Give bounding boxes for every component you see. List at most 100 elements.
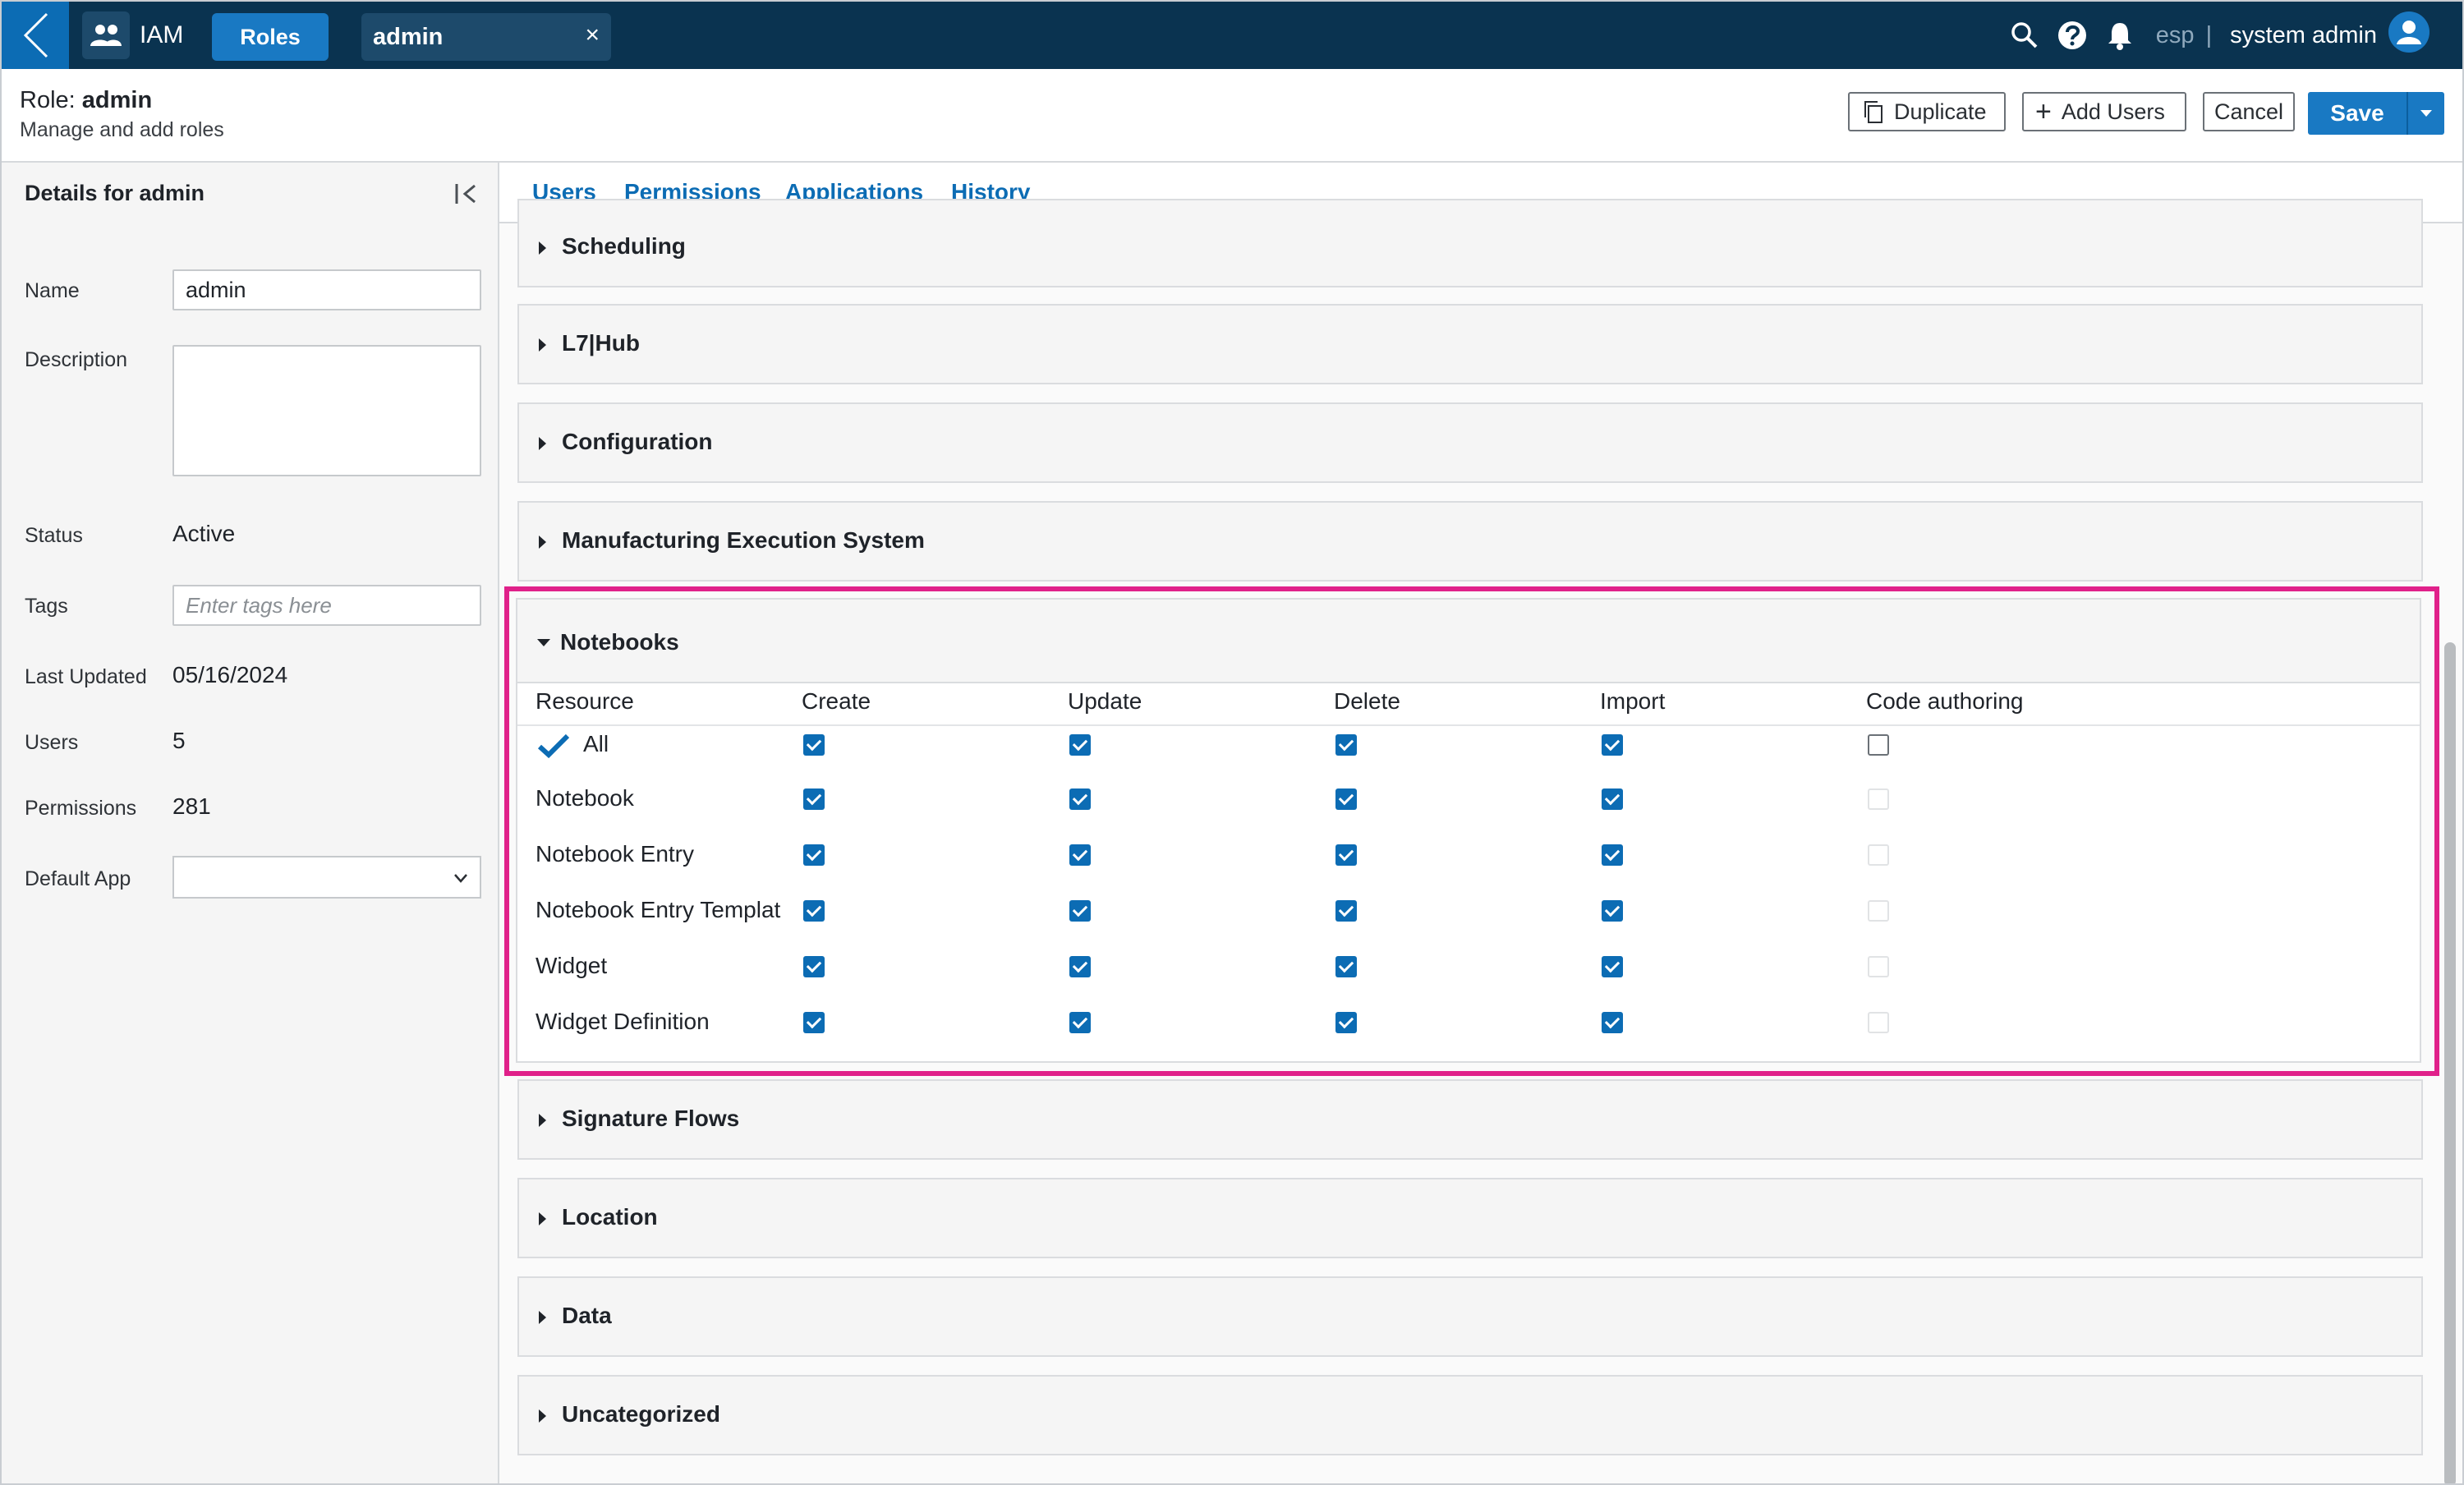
- checkbox-create[interactable]: [803, 734, 825, 756]
- checkbox-import[interactable]: [1602, 844, 1623, 866]
- user-name[interactable]: system admin: [2230, 22, 2377, 49]
- status-label: Status: [25, 524, 83, 547]
- header-divider: [517, 724, 2420, 726]
- resource-label: Notebook: [536, 785, 634, 811]
- checkbox-update[interactable]: [1069, 956, 1091, 977]
- name-label: Name: [25, 279, 80, 302]
- section-l7hub[interactable]: L7|Hub: [517, 304, 2423, 384]
- caret-right-icon: [539, 1409, 546, 1423]
- checkbox-import[interactable]: [1602, 900, 1623, 922]
- divider: |: [2205, 21, 2213, 48]
- checkbox-code-authoring: [1868, 956, 1889, 977]
- checkbox-create[interactable]: [803, 788, 825, 810]
- check-all-icon[interactable]: [537, 733, 570, 759]
- bell-icon[interactable]: [2103, 19, 2136, 52]
- caret-right-icon: [539, 1114, 546, 1127]
- resource-label: Widget: [536, 953, 608, 978]
- default-app-label: Default App: [25, 867, 131, 890]
- caret-right-icon: [539, 536, 546, 549]
- section-scheduling[interactable]: Scheduling: [517, 199, 2423, 287]
- chevron-down-icon: [454, 874, 467, 883]
- checkbox-update[interactable]: [1069, 734, 1091, 756]
- top-bar: IAM Roles admin × esp | system admin: [2, 2, 2462, 69]
- checkbox-create[interactable]: [803, 900, 825, 922]
- tags-placeholder: Enter tags here: [186, 593, 332, 618]
- add-users-button[interactable]: + Add Users: [2022, 92, 2186, 131]
- checkbox-update[interactable]: [1069, 788, 1091, 810]
- add-users-label: Add Users: [2061, 99, 2165, 124]
- plus-icon: +: [2035, 96, 2052, 127]
- section-mes[interactable]: Manufacturing Execution System: [517, 501, 2423, 582]
- roles-button[interactable]: Roles: [212, 13, 329, 61]
- topbar-actions: esp | system admin: [1993, 2, 2430, 69]
- help-icon[interactable]: [2056, 19, 2089, 52]
- copy-icon: [1864, 101, 1882, 123]
- section-title: Uncategorized: [562, 1401, 720, 1427]
- default-app-select[interactable]: [172, 856, 481, 899]
- section-data[interactable]: Data: [517, 1276, 2423, 1357]
- permissions-count: 281: [172, 793, 211, 819]
- section-location[interactable]: Location: [517, 1178, 2423, 1258]
- checkbox-update[interactable]: [1069, 900, 1091, 922]
- checkbox-create[interactable]: [803, 956, 825, 977]
- checkbox-delete[interactable]: [1335, 788, 1357, 810]
- resource-label: Notebook Entry Templat: [536, 897, 781, 922]
- checkbox-update[interactable]: [1069, 844, 1091, 866]
- open-tab-label: admin: [373, 23, 444, 50]
- save-button[interactable]: Save: [2308, 92, 2408, 135]
- checkbox-import[interactable]: [1602, 1012, 1623, 1033]
- last-updated-label: Last Updated: [25, 665, 147, 688]
- checkbox-create[interactable]: [803, 844, 825, 866]
- save-button-group: Save: [2308, 92, 2444, 135]
- checkbox-delete[interactable]: [1335, 1012, 1357, 1033]
- users-label: Users: [25, 731, 79, 754]
- tags-input[interactable]: Enter tags here: [172, 585, 481, 626]
- description-label: Description: [25, 348, 128, 371]
- checkbox-delete[interactable]: [1335, 844, 1357, 866]
- checkbox-code-authoring: [1868, 844, 1889, 866]
- save-options-button[interactable]: [2408, 92, 2444, 135]
- duplicate-label: Duplicate: [1894, 99, 1987, 124]
- people-icon: [82, 11, 130, 59]
- checkbox-import[interactable]: [1602, 734, 1623, 756]
- checkbox-import[interactable]: [1602, 956, 1623, 977]
- search-icon[interactable]: [2008, 19, 2041, 52]
- description-field[interactable]: [172, 345, 481, 476]
- section-signature-flows[interactable]: Signature Flows: [517, 1079, 2423, 1160]
- checkbox-code-authoring: [1868, 1012, 1889, 1033]
- details-title: Details for admin: [25, 181, 205, 205]
- checkbox-code-authoring[interactable]: [1868, 734, 1889, 756]
- checkbox-import[interactable]: [1602, 788, 1623, 810]
- back-button[interactable]: [2, 2, 69, 69]
- checkbox-delete[interactable]: [1335, 900, 1357, 922]
- caret-right-icon: [539, 338, 546, 352]
- caret-right-icon: [539, 437, 546, 450]
- notebooks-header[interactable]: Notebooks: [517, 600, 2420, 683]
- duplicate-button[interactable]: Duplicate: [1848, 92, 2006, 131]
- col-update: Update: [1068, 688, 1142, 714]
- scrollbar[interactable]: [2444, 642, 2456, 1483]
- checkbox-delete[interactable]: [1335, 956, 1357, 977]
- checkbox-code-authoring: [1868, 788, 1889, 810]
- section-uncategorized[interactable]: Uncategorized: [517, 1375, 2423, 1455]
- open-tab-admin[interactable]: admin ×: [361, 13, 611, 61]
- app-switcher[interactable]: IAM: [82, 10, 183, 61]
- page-title: Role: admin: [20, 87, 152, 114]
- resource-label: Notebook Entry: [536, 841, 694, 867]
- caret-right-icon: [539, 241, 546, 255]
- page-subtitle: Manage and add roles: [20, 118, 224, 141]
- col-delete: Delete: [1334, 688, 1400, 714]
- collapse-panel-icon[interactable]: [452, 179, 481, 209]
- close-icon[interactable]: ×: [585, 21, 600, 49]
- avatar[interactable]: [2388, 11, 2430, 59]
- checkbox-delete[interactable]: [1335, 734, 1357, 756]
- checkbox-create[interactable]: [803, 1012, 825, 1033]
- section-notebooks: Notebooks Resource Create Update Delete …: [516, 598, 2421, 1063]
- checkbox-update[interactable]: [1069, 1012, 1091, 1033]
- col-create: Create: [802, 688, 871, 714]
- name-field[interactable]: admin: [172, 269, 481, 310]
- col-resource: Resource: [536, 688, 634, 714]
- section-configuration[interactable]: Configuration: [517, 402, 2423, 483]
- col-import: Import: [1600, 688, 1666, 714]
- cancel-button[interactable]: Cancel: [2203, 92, 2295, 131]
